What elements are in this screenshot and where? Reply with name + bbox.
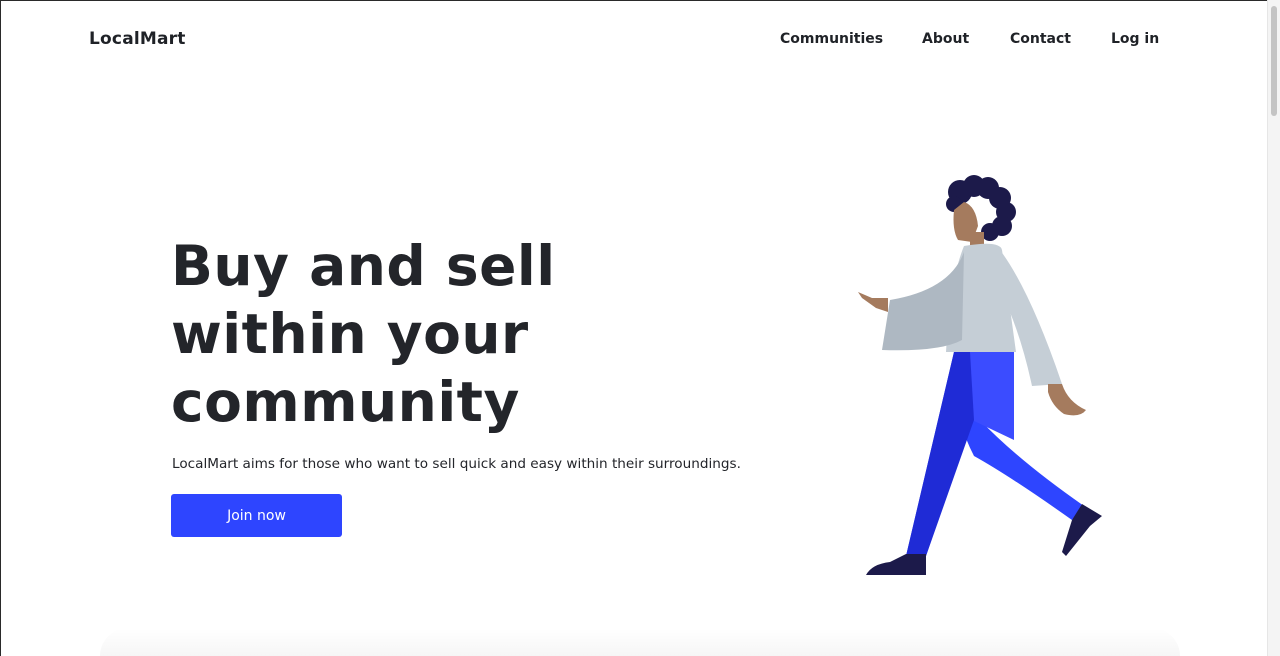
walking-person-illustration <box>858 175 1102 575</box>
vertical-scrollbar[interactable] <box>1267 0 1280 656</box>
scrollbar-thumb[interactable] <box>1271 6 1277 116</box>
hero-title: Buy and sell within your community <box>171 234 556 434</box>
back-hand <box>1048 384 1086 416</box>
hero-subtitle: LocalMart aims for those who want to sel… <box>172 456 741 472</box>
join-now-button[interactable]: Join now <box>171 494 342 537</box>
nav-link-contact[interactable]: Contact <box>1010 31 1071 47</box>
section-card-edge <box>100 628 1180 656</box>
pants-shade <box>906 352 974 556</box>
top-navbar: LocalMart Communities About Contact Log … <box>0 0 1267 80</box>
nav-link-login[interactable]: Log in <box>1111 31 1159 47</box>
front-sleeve <box>882 252 964 351</box>
nav-link-about[interactable]: About <box>922 31 969 47</box>
nav-link-communities[interactable]: Communities <box>780 31 883 47</box>
brand-logo[interactable]: LocalMart <box>89 29 186 49</box>
front-hand <box>858 292 888 312</box>
front-shoe <box>866 554 926 575</box>
